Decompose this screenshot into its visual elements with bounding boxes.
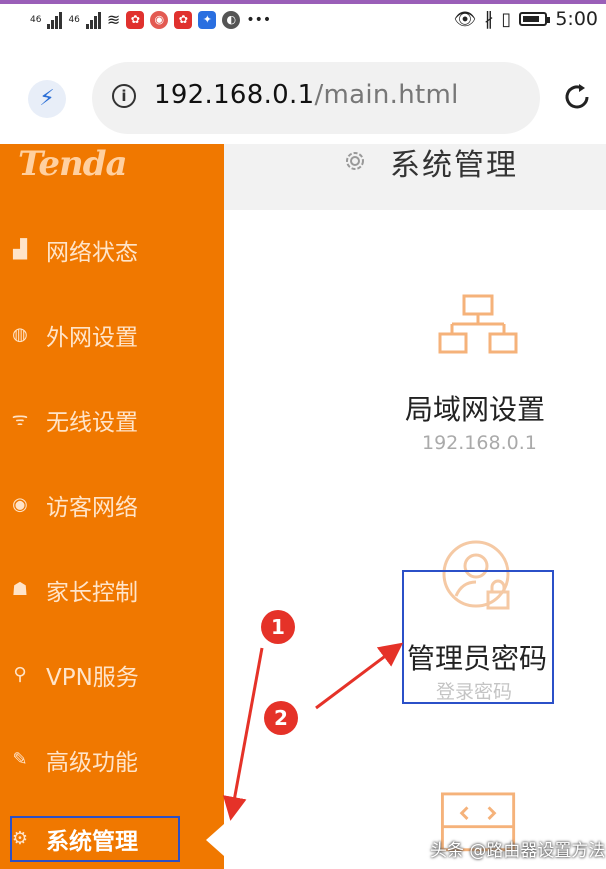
url-host: 192.168.0.1 [154,80,315,110]
eye-icon: 👁 [453,8,477,30]
sidebar-item-vpn[interactable]: ⚲ VPN服务 [0,645,224,705]
app-notification-icon: ◐ [222,10,241,29]
battery-level [523,16,540,22]
tenda-logo: Tenda [18,144,128,184]
sidebar-item-label: VPN服务 [46,665,139,691]
active-pointer [206,824,224,856]
lightning-icon[interactable]: ⚡ [28,80,66,118]
signal-icon [85,11,101,29]
sidebar-item-network-status[interactable]: ▟ 网络状态 [0,220,224,280]
sidebar-item-guest[interactable]: ◉ 访客网络 [0,475,224,535]
more-notifications-icon: ••• [246,11,272,28]
parental-icon: ☗ [11,579,29,600]
app-notification-icon: ◉ [150,10,169,29]
gear-icon [346,152,364,170]
url-path: /main.html [314,80,459,110]
sidebar-item-advanced[interactable]: ✎ 高级功能 [0,730,224,790]
sidebar-item-label: 访客网络 [46,495,138,521]
wifi-status-icon: ≋ [106,10,121,29]
lan-icon[interactable] [438,292,518,356]
step-badge-2: 2 [264,701,298,735]
vibrate-icon: ▯ [501,8,512,30]
status-right: 👁 ∦ ▯ 5:00 [454,8,598,30]
status-bar: 46 46 ≋ ✿ ◉ ✿ ✦ ◐ ••• 👁 ∦ ▯ 5:00 [0,4,606,44]
lan-settings-title[interactable]: 局域网设置 [405,388,545,428]
sidebar-item-label: 家长控制 [46,580,138,606]
clock: 5:00 [555,8,598,30]
sidebar-item-label: 高级功能 [46,750,138,776]
page-title: 系统管理 [390,148,518,183]
sidebar-item-parental[interactable]: ☗ 家长控制 [0,560,224,620]
highlight-box-admin [402,570,554,704]
sidebar-item-wan[interactable]: ◍ 外网设置 [0,305,224,365]
app-notification-icon: ✦ [198,10,217,29]
battery-icon [519,12,551,26]
app-notification-icon: ✿ [126,10,145,29]
reload-icon[interactable] [562,82,592,112]
highlight-box-sidebar [10,816,180,862]
guest-icon: ◉ [12,494,28,515]
sim2-label: 46 [68,14,80,25]
info-icon[interactable]: i [112,84,136,108]
url-text[interactable]: 192.168.0.1/main.html [154,80,459,110]
sidebar-item-label: 外网设置 [46,325,138,351]
wifi-icon: ᯤ [11,409,29,430]
sidebar-item-label: 网络状态 [46,240,138,266]
vpn-icon: ⚲ [13,664,27,685]
status-left: 46 46 ≋ ✿ ◉ ✿ ✦ ◐ ••• [30,10,271,29]
globe-icon: ◍ [12,324,28,345]
signal-icon [47,11,63,29]
bluetooth-icon: ∦ [484,8,494,30]
watermark: 头条 @路由器设置方法 [430,841,606,861]
step-badge-1: 1 [261,610,295,644]
lan-settings-subtitle: 192.168.0.1 [422,432,537,454]
sidebar-item-wireless[interactable]: ᯤ 无线设置 [0,390,224,450]
sidebar-item-label: 无线设置 [46,410,138,436]
app-notification-icon: ✿ [174,10,193,29]
tools-icon: ✎ [12,749,28,770]
sim1-label: 46 [30,14,42,25]
main-panel [224,144,606,869]
network-status-icon: ▟ [13,239,27,260]
